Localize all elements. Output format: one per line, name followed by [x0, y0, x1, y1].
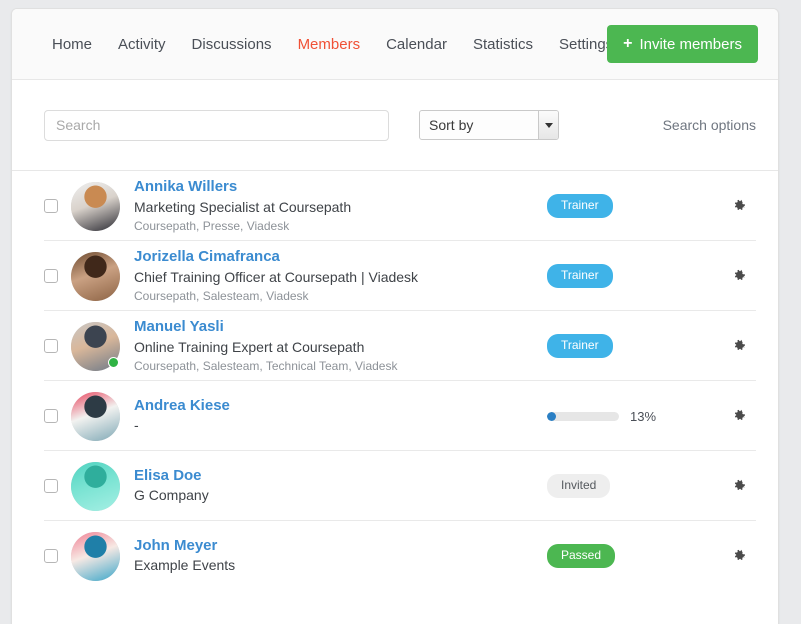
- member-job-title: G Company: [134, 487, 209, 504]
- sort-by-select[interactable]: Sort by: [419, 110, 559, 140]
- member-groups: Coursepath, Salesteam, Technical Team, V…: [134, 358, 398, 373]
- member-row: John Meyer Example Events Passed: [12, 521, 778, 591]
- gear-icon-svg: [734, 199, 745, 210]
- member-job-title: Chief Training Officer at Coursepath | V…: [134, 268, 419, 285]
- avatar-image: [71, 391, 120, 441]
- main-navigation: Home Activity Discussions Members Calendar St…: [12, 9, 778, 80]
- nav-item-label: Settings: [558, 35, 614, 53]
- member-name-link[interactable]: Jorizella Cimafranca: [134, 248, 280, 267]
- online-status-icon: [108, 356, 119, 368]
- member-info: Andrea Kiese -: [134, 397, 547, 436]
- avatar[interactable]: [71, 251, 120, 301]
- member-info: Jorizella Cimafranca Chief Training Offic…: [134, 248, 547, 304]
- member-select-checkbox[interactable]: [44, 479, 58, 493]
- member-groups: Coursepath, Salesteam, Viadesk: [134, 288, 309, 303]
- member-name-link[interactable]: John Meyer: [134, 537, 217, 556]
- member-status-cell: Trainer: [547, 264, 722, 288]
- nav-item-statistics[interactable]: Statistics: [460, 37, 546, 52]
- member-name-link[interactable]: Annika Willers: [134, 178, 237, 197]
- gear-icon-svg: [734, 269, 745, 280]
- member-row: Elisa Doe G Company Invited: [12, 451, 778, 521]
- avatar[interactable]: [71, 391, 120, 441]
- member-select-checkbox[interactable]: [44, 269, 58, 283]
- nav-items: Home Activity Discussions Members Calendar St…: [39, 37, 638, 52]
- status-badge: Passed: [547, 544, 616, 568]
- nav-item-label: Members: [297, 35, 361, 53]
- member-select-checkbox[interactable]: [44, 549, 58, 563]
- nav-item-calendar[interactable]: Calendar: [373, 37, 460, 52]
- member-status-cell: 13%: [547, 409, 722, 424]
- nav-item-label: Calendar: [386, 35, 447, 53]
- status-badge: Trainer: [547, 264, 613, 288]
- status-badge: Trainer: [547, 194, 613, 218]
- gear-icon-svg: [734, 549, 745, 560]
- search-options-link[interactable]: Search options: [663, 117, 756, 133]
- search-input[interactable]: [44, 109, 389, 141]
- gear-icon-svg: [734, 479, 745, 490]
- progress-bar: [547, 411, 619, 421]
- nav-item-members[interactable]: Members: [285, 37, 374, 52]
- members-list: Annika Willers Marketing Specialist at Co…: [12, 171, 778, 591]
- gear-icon-svg: [734, 409, 745, 420]
- avatar[interactable]: [71, 181, 120, 231]
- member-row: Annika Willers Marketing Specialist at Co…: [12, 171, 778, 241]
- invite-members-button[interactable]: + Invite members: [607, 25, 758, 63]
- member-row: Jorizella Cimafranca Chief Training Offic…: [12, 241, 778, 311]
- members-card: Home Activity Discussions Members Calendar St…: [11, 8, 779, 624]
- gear-icon[interactable]: [722, 199, 756, 214]
- progress-wrapper: 13%: [547, 409, 656, 424]
- member-job-title: Online Training Expert at Coursepath: [134, 338, 365, 355]
- member-info: Elisa Doe G Company: [134, 467, 547, 506]
- nav-item-label: Home: [52, 35, 93, 53]
- member-name-link[interactable]: Elisa Doe: [134, 467, 202, 486]
- nav-item-label: Activity: [118, 35, 166, 53]
- member-select-checkbox[interactable]: [44, 339, 58, 353]
- member-status-cell: Trainer: [547, 194, 722, 218]
- nav-item-label: Discussions: [191, 35, 272, 53]
- gear-icon[interactable]: [722, 409, 756, 424]
- progress-bar-fill: [547, 411, 557, 421]
- plus-icon: +: [623, 35, 633, 52]
- sort-by-wrapper: Sort by: [419, 110, 559, 140]
- gear-icon[interactable]: [722, 339, 756, 354]
- member-groups: Coursepath, Presse, Viadesk: [134, 218, 290, 233]
- member-info: Manuel Yasli Online Training Expert at Co…: [134, 318, 547, 374]
- member-status-cell: Passed: [547, 544, 722, 568]
- progress-label: 13%: [630, 408, 657, 424]
- status-badge: Invited: [547, 474, 611, 498]
- gear-icon[interactable]: [722, 549, 756, 564]
- nav-item-activity[interactable]: Activity: [105, 37, 179, 52]
- member-status-cell: Invited: [547, 474, 722, 498]
- member-job-title: -: [134, 417, 139, 434]
- member-info: Annika Willers Marketing Specialist at Co…: [134, 178, 547, 234]
- member-job-title: Marketing Specialist at Coursepath: [134, 198, 352, 215]
- member-status-cell: Trainer: [547, 334, 722, 358]
- member-name-link[interactable]: Manuel Yasli: [134, 318, 224, 337]
- member-name-link[interactable]: Andrea Kiese: [134, 397, 230, 416]
- member-row: Andrea Kiese - 13%: [12, 381, 778, 451]
- member-info: John Meyer Example Events: [134, 537, 547, 576]
- page-background: Home Activity Discussions Members Calendar St…: [0, 0, 801, 624]
- nav-item-home[interactable]: Home: [39, 37, 105, 52]
- nav-item-label: Statistics: [472, 35, 533, 53]
- avatar[interactable]: [71, 321, 120, 371]
- gear-icon[interactable]: [722, 269, 756, 284]
- avatar[interactable]: [71, 531, 120, 581]
- member-job-title: Example Events: [134, 557, 236, 574]
- status-badge: Trainer: [547, 334, 613, 358]
- avatar-image: [71, 181, 120, 231]
- avatar-image: [71, 531, 120, 581]
- gear-icon[interactable]: [722, 479, 756, 494]
- gear-icon-svg: [734, 339, 745, 350]
- avatar-image: [71, 461, 120, 511]
- filter-toolbar: Sort by Search options: [12, 80, 778, 171]
- invite-members-label: Invite members: [639, 35, 742, 53]
- nav-item-discussions[interactable]: Discussions: [179, 37, 285, 52]
- member-select-checkbox[interactable]: [44, 199, 58, 213]
- avatar-image: [71, 251, 120, 301]
- member-select-checkbox[interactable]: [44, 409, 58, 423]
- member-row: Manuel Yasli Online Training Expert at Co…: [12, 311, 778, 381]
- avatar[interactable]: [71, 461, 120, 511]
